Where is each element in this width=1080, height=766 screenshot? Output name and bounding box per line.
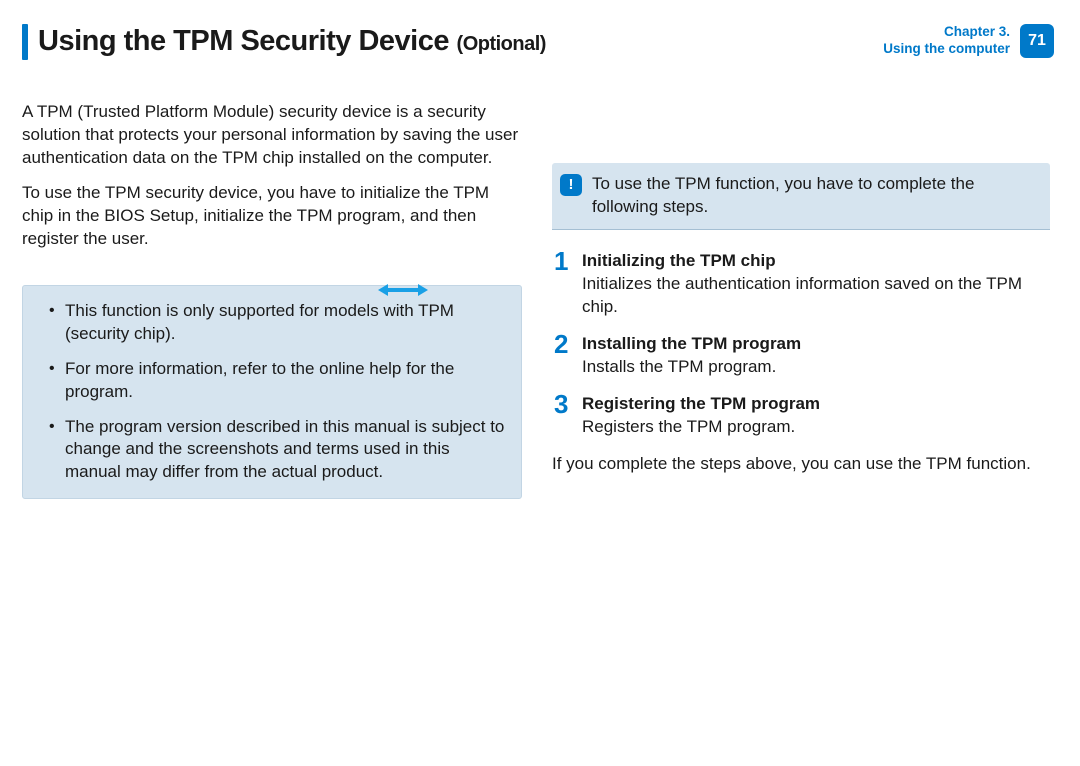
chapter-text: Chapter 3. Using the computer bbox=[883, 24, 1010, 58]
note-box: This function is only supported for mode… bbox=[22, 285, 522, 500]
chapter-block: Chapter 3. Using the computer 71 bbox=[883, 24, 1054, 58]
step-number: 3 bbox=[554, 391, 582, 417]
step-item: 3 Registering the TPM program Registers … bbox=[552, 393, 1050, 439]
step-desc: Initializes the authentication informati… bbox=[582, 273, 1050, 319]
alert-icon: ! bbox=[560, 174, 582, 196]
chapter-line1: Chapter 3. bbox=[883, 24, 1010, 41]
closing-paragraph: If you complete the steps above, you can… bbox=[552, 453, 1050, 476]
step-title: Installing the TPM program bbox=[582, 334, 801, 353]
title-bar: Using the TPM Security Device (Optional) bbox=[22, 22, 546, 61]
chapter-line2: Using the computer bbox=[883, 41, 1010, 58]
intro-paragraph-1: A TPM (Trusted Platform Module) security… bbox=[22, 101, 524, 170]
manual-page: Using the TPM Security Device (Optional)… bbox=[0, 0, 1080, 766]
right-column: ! To use the TPM function, you have to c… bbox=[552, 101, 1050, 499]
title-accent-bar bbox=[22, 24, 28, 60]
step-desc: Installs the TPM program. bbox=[582, 356, 801, 379]
step-desc: Registers the TPM program. bbox=[582, 416, 820, 439]
page-number-badge: 71 bbox=[1020, 24, 1054, 58]
note-item: This function is only supported for mode… bbox=[65, 300, 507, 346]
step-body: Installing the TPM program Installs the … bbox=[582, 333, 801, 379]
step-item: 2 Installing the TPM program Installs th… bbox=[552, 333, 1050, 379]
note-item: The program version described in this ma… bbox=[65, 416, 507, 485]
step-number: 1 bbox=[554, 248, 582, 274]
step-title: Initializing the TPM chip bbox=[582, 251, 776, 270]
step-number: 2 bbox=[554, 331, 582, 357]
step-item: 1 Initializing the TPM chip Initializes … bbox=[552, 250, 1050, 319]
title-suffix: (Optional) bbox=[457, 33, 546, 55]
note-list: This function is only supported for mode… bbox=[39, 300, 507, 485]
step-title: Registering the TPM program bbox=[582, 394, 820, 413]
alert-text: To use the TPM function, you have to com… bbox=[592, 173, 1038, 219]
info-callout: ! To use the TPM function, you have to c… bbox=[552, 163, 1050, 230]
note-item: For more information, refer to the onlin… bbox=[65, 358, 507, 404]
intro-paragraph-2: To use the TPM security device, you have… bbox=[22, 182, 524, 251]
content-columns: A TPM (Trusted Platform Module) security… bbox=[22, 101, 1054, 499]
page-number: 71 bbox=[1028, 30, 1046, 52]
title-main: Using the TPM Security Device bbox=[38, 25, 449, 57]
step-body: Registering the TPM program Registers th… bbox=[582, 393, 820, 439]
left-column: A TPM (Trusted Platform Module) security… bbox=[22, 101, 524, 499]
alert-icon-glyph: ! bbox=[569, 175, 574, 195]
step-body: Initializing the TPM chip Initializes th… bbox=[582, 250, 1050, 319]
page-title: Using the TPM Security Device (Optional) bbox=[38, 22, 546, 61]
page-header: Using the TPM Security Device (Optional)… bbox=[22, 22, 1054, 61]
